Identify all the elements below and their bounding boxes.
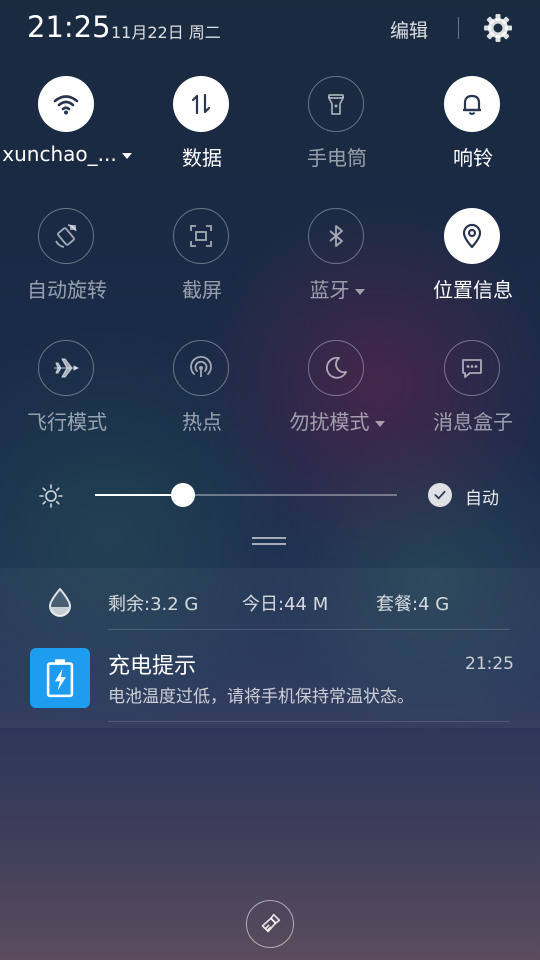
- auto-rotate-icon: [38, 208, 94, 264]
- tile-label: 飞行模式: [27, 410, 107, 434]
- tile-label: 位置信息: [433, 278, 513, 302]
- auto-brightness-label: 自动: [465, 489, 499, 509]
- date-label: 11月22日 周二: [111, 23, 221, 42]
- data-plan: 套餐:4 G: [376, 594, 450, 615]
- brightness-fill: [95, 494, 183, 496]
- tile-wifi[interactable]: xunchao_...: [2, 76, 132, 186]
- tile-location[interactable]: 位置信息: [418, 208, 528, 318]
- tile-message-box[interactable]: 消息盒子: [418, 340, 528, 450]
- tile-label: 截屏: [182, 278, 222, 302]
- gear-icon[interactable]: [481, 11, 515, 45]
- notification-body: 电池温度过低，请将手机保持常温状态。: [108, 687, 414, 707]
- message-box-icon: [444, 340, 500, 396]
- divider: [458, 17, 459, 39]
- bell-icon: [444, 76, 500, 132]
- data-remaining: 剩余:3.2 G: [108, 594, 199, 615]
- tile-label: 热点: [182, 410, 222, 434]
- clear-all-button[interactable]: [246, 900, 294, 948]
- tile-label: 蓝牙: [309, 278, 350, 302]
- notification-charging[interactable]: 充电提示 电池温度过低，请将手机保持常温状态。 21:25: [0, 630, 540, 722]
- tile-do-not-disturb[interactable]: 勿扰模式: [282, 340, 392, 450]
- brightness-slider[interactable]: [95, 483, 397, 507]
- divider: [108, 721, 510, 722]
- tile-airplane[interactable]: 飞行模式: [12, 340, 122, 450]
- tile-auto-rotate[interactable]: 自动旋转: [12, 208, 122, 318]
- mobile-data-icon: [173, 76, 229, 132]
- screenshot-icon: [173, 208, 229, 264]
- chevron-down-icon: [374, 420, 385, 427]
- location-icon: [444, 208, 500, 264]
- tile-flashlight[interactable]: 手电筒: [282, 76, 392, 186]
- airplane-icon: [38, 340, 94, 396]
- data-usage-row[interactable]: 剩余:3.2 G 今日:44 M 套餐:4 G: [0, 568, 540, 630]
- notification-title: 充电提示: [108, 654, 197, 679]
- status-bar: 21:25 11月22日 周二 编辑: [0, 0, 540, 60]
- battery-charging-icon: [30, 648, 90, 708]
- clear-all-broom-icon: [261, 913, 281, 933]
- tile-bluetooth[interactable]: 蓝牙: [282, 208, 392, 318]
- tile-mobile-data[interactable]: 数据: [147, 76, 257, 186]
- tile-label: xunchao_...: [2, 142, 117, 166]
- tile-label: 数据: [182, 146, 222, 170]
- notification-time: 21:25: [465, 654, 514, 674]
- clock: 21:25: [27, 10, 111, 44]
- do-not-disturb-icon: [308, 340, 364, 396]
- tile-screenshot[interactable]: 截屏: [147, 208, 257, 318]
- edit-button[interactable]: 编辑: [390, 16, 428, 43]
- bluetooth-icon: [308, 208, 364, 264]
- flashlight-icon: [308, 76, 364, 132]
- brightness-icon: [38, 483, 64, 509]
- drag-handle[interactable]: [252, 537, 286, 549]
- chevron-down-icon: [354, 288, 365, 295]
- hotspot-icon: [173, 340, 229, 396]
- wifi-icon: [38, 76, 94, 132]
- tile-ringer[interactable]: 响铃: [418, 76, 528, 186]
- brightness-thumb[interactable]: [171, 483, 195, 507]
- tile-hotspot[interactable]: 热点: [147, 340, 257, 450]
- tile-label: 勿扰模式: [289, 410, 370, 434]
- data-today: 今日:44 M: [242, 594, 329, 615]
- tile-label: 手电筒: [307, 146, 367, 170]
- brightness-row: 自动: [0, 470, 540, 520]
- tile-label: 响铃: [453, 146, 493, 170]
- tile-label: 消息盒子: [433, 410, 513, 434]
- water-drop-icon: [45, 586, 75, 618]
- tile-label: 自动旋转: [27, 278, 107, 302]
- auto-brightness-checkbox[interactable]: [428, 483, 452, 507]
